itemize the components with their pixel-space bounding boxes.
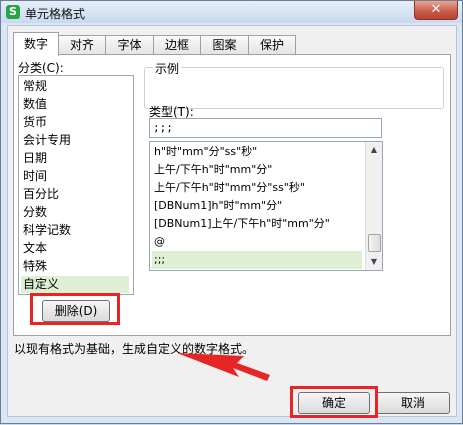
format-list[interactable]: h"时"mm"分"ss"秒" 上午/下午h"时"mm"分" 上午/下午h"时"m… xyxy=(149,141,383,271)
delete-button-highlight xyxy=(30,293,120,325)
category-item-text[interactable]: 文本 xyxy=(21,240,129,257)
app-icon: S xyxy=(6,5,20,19)
format-list-scrollbar[interactable]: ▲ ▼ xyxy=(365,142,382,270)
format-item[interactable]: [DBNum1]h"时"mm"分" xyxy=(152,197,362,215)
category-item-percentage[interactable]: 百分比 xyxy=(21,186,129,203)
tab-pattern[interactable]: 图案 xyxy=(200,35,249,55)
dialog-title: 单元格格式 xyxy=(25,7,86,21)
tab-border[interactable]: 边框 xyxy=(153,35,201,55)
type-input[interactable]: ;;; xyxy=(149,118,382,138)
dialog-window: S 单元格格式 ✕ 数字 对齐 字体 边框 图案 保护 分类(C): 常规 数值… xyxy=(0,0,463,424)
category-item-accounting[interactable]: 会计专用 xyxy=(21,132,129,149)
scroll-up-arrow-icon[interactable]: ▲ xyxy=(366,142,382,158)
tab-font[interactable]: 字体 xyxy=(105,35,154,55)
ok-button-highlight xyxy=(290,386,378,418)
category-item-date[interactable]: 日期 xyxy=(21,150,129,167)
category-item-custom[interactable]: 自定义 xyxy=(21,276,129,293)
category-item-special[interactable]: 特殊 xyxy=(21,258,129,275)
tab-alignment[interactable]: 对齐 xyxy=(58,35,106,55)
close-button[interactable]: ✕ xyxy=(414,1,458,20)
title-bar[interactable]: S 单元格格式 ✕ xyxy=(1,1,462,23)
category-item-number[interactable]: 数值 xyxy=(21,96,129,113)
format-item[interactable]: [DBNum1]上午/下午h"时"mm"分" xyxy=(152,215,362,233)
cancel-button[interactable]: 取消 xyxy=(376,392,450,414)
category-label: 分类(C): xyxy=(18,61,64,75)
format-description: 以现有格式为基础，生成自定义的数字格式。 xyxy=(14,342,255,356)
category-item-fraction[interactable]: 分数 xyxy=(21,204,129,221)
format-item[interactable]: 上午/下午h"时"mm"分" xyxy=(152,161,362,179)
number-tab-panel: 分类(C): 常规 数值 货币 会计专用 日期 时间 百分比 分数 科学记数 文… xyxy=(13,54,451,336)
sample-label: 示例 xyxy=(153,60,182,77)
format-item-selected[interactable]: ;;; xyxy=(152,251,362,269)
scroll-thumb[interactable] xyxy=(368,234,381,252)
category-list[interactable]: 常规 数值 货币 会计专用 日期 时间 百分比 分数 科学记数 文本 特殊 自定… xyxy=(18,75,134,295)
category-item-scientific[interactable]: 科学记数 xyxy=(21,222,129,239)
format-item[interactable]: h"时"mm"分"ss"秒" xyxy=(152,143,362,161)
tab-number[interactable]: 数字 xyxy=(13,32,59,56)
category-item-currency[interactable]: 货币 xyxy=(21,114,129,131)
dialog-body: 数字 对齐 字体 边框 图案 保护 分类(C): 常规 数值 货币 会计专用 日… xyxy=(7,25,457,418)
format-item[interactable]: @ xyxy=(152,233,362,251)
tab-protection[interactable]: 保护 xyxy=(248,35,296,55)
category-item-time[interactable]: 时间 xyxy=(21,168,129,185)
scroll-down-arrow-icon[interactable]: ▼ xyxy=(366,254,382,270)
category-item-general[interactable]: 常规 xyxy=(21,78,129,95)
format-item[interactable]: 上午/下午h"时"mm"分"ss"秒" xyxy=(152,179,362,197)
